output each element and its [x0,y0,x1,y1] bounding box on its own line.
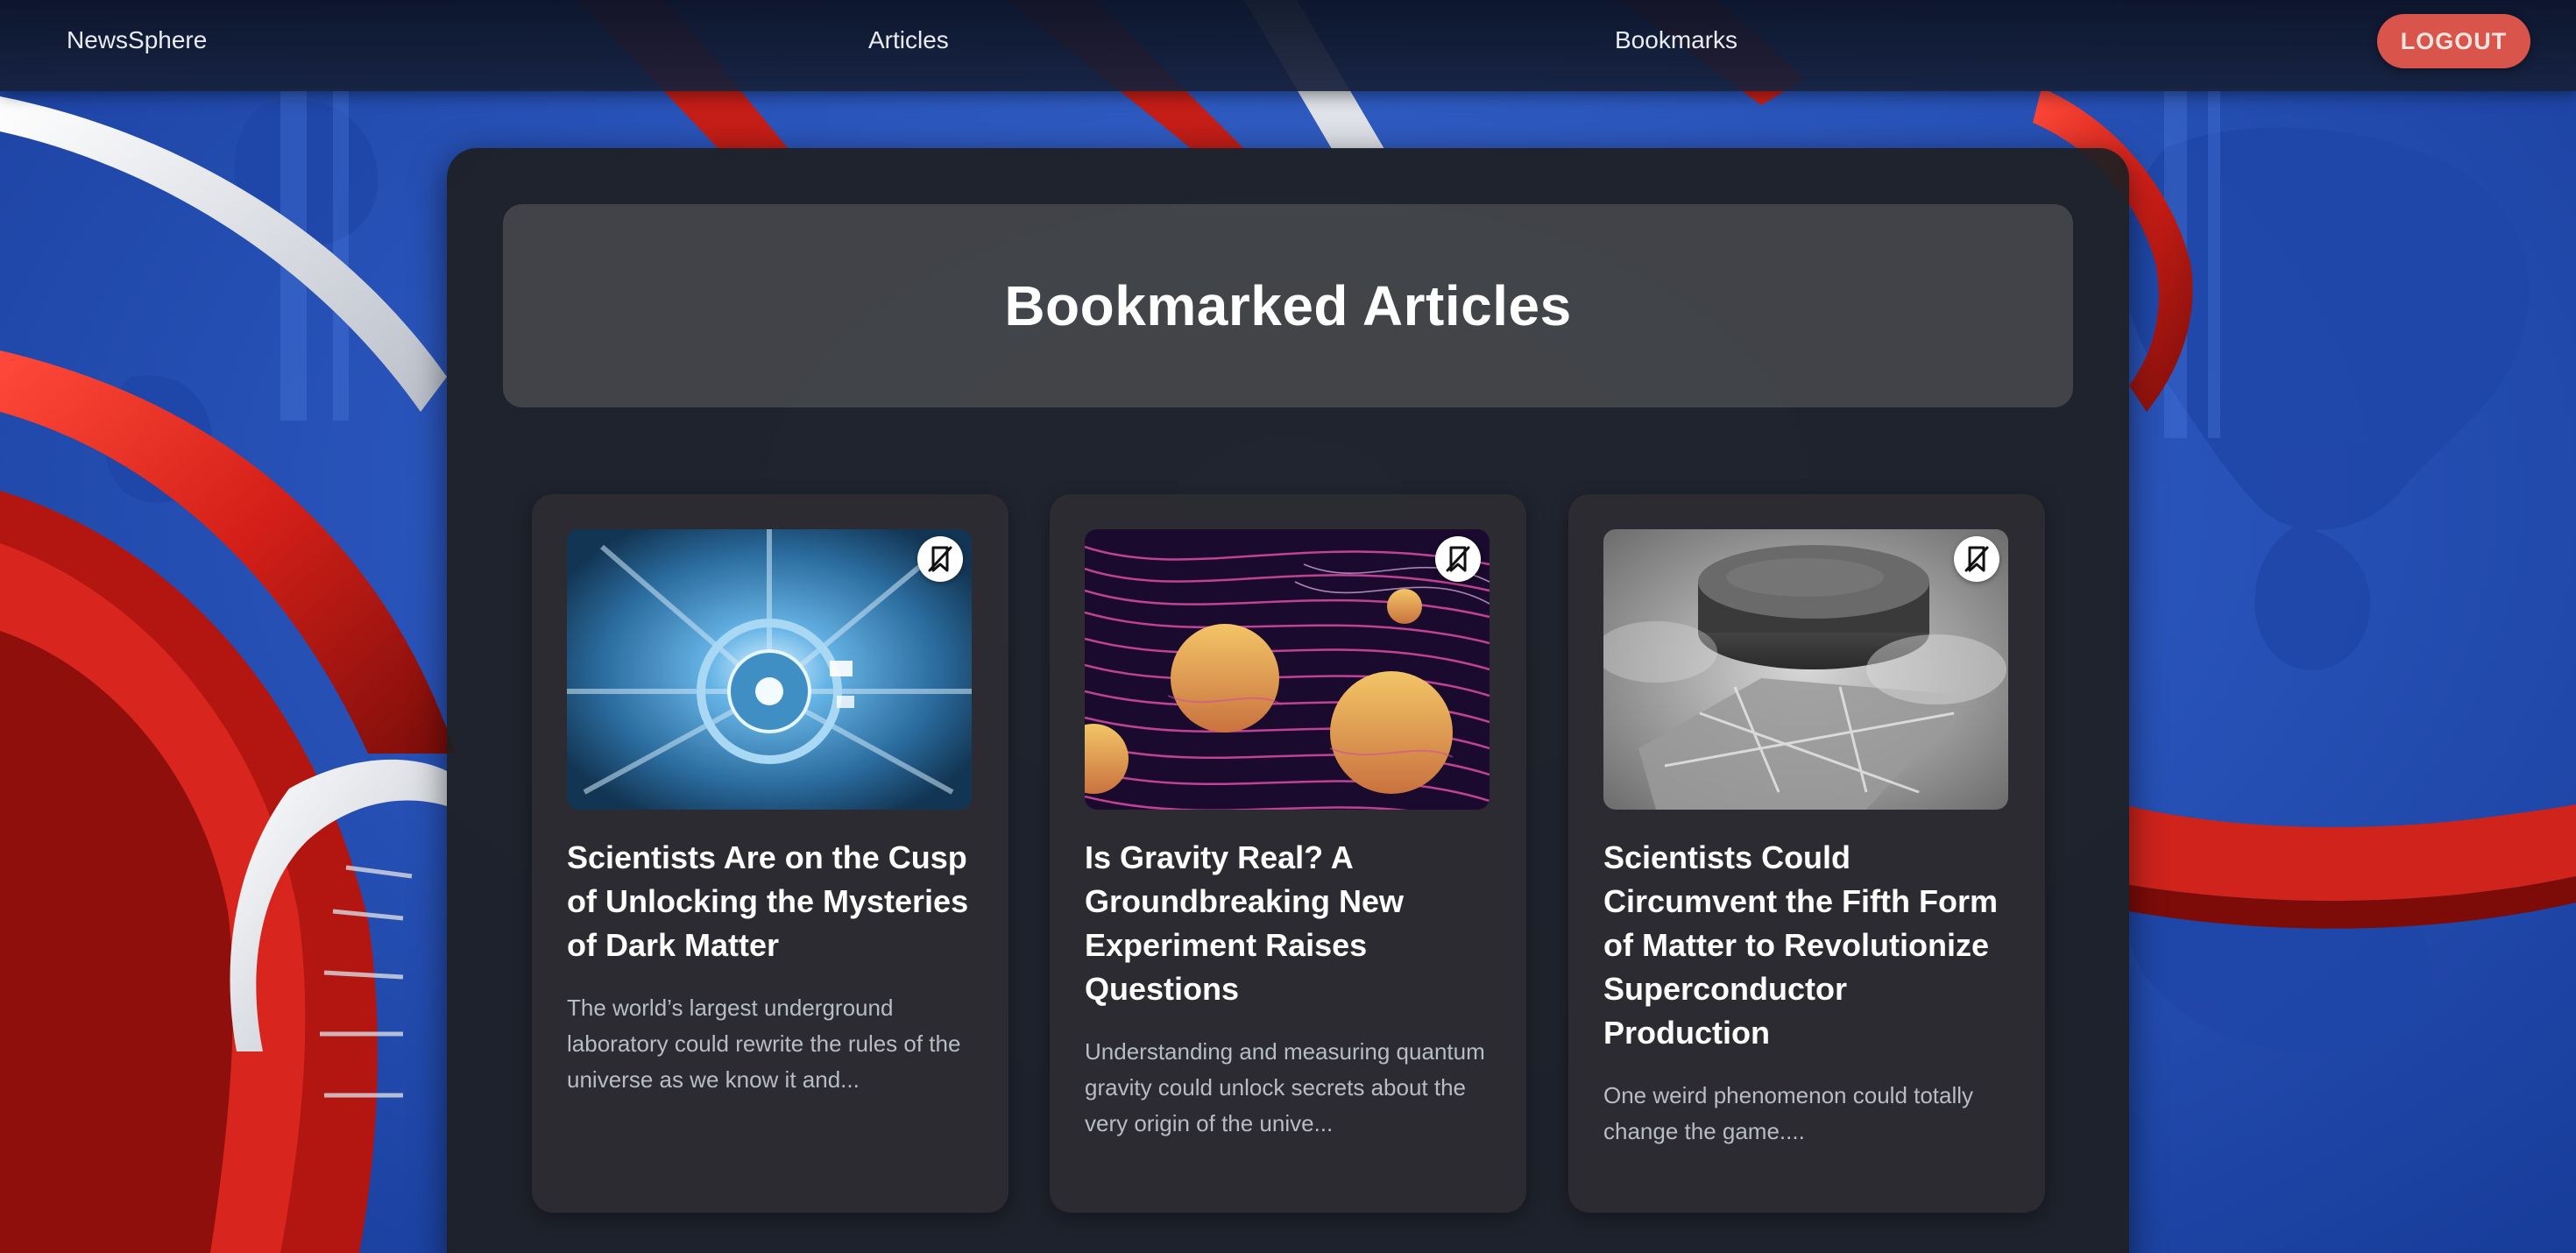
page-title: Bookmarked Articles [1004,274,1572,337]
page-header: Bookmarked Articles [503,204,2073,407]
superconductor-disc-image[interactable] [1603,529,2008,810]
article-excerpt: The world’s largest underground laborato… [567,995,961,1093]
remove-bookmark-button[interactable] [917,536,963,582]
top-navigation-bar: NewsSphere Articles Bookmarks LOGOUT [0,0,2576,91]
logout-button[interactable]: LOGOUT [2377,14,2530,68]
particle-detector-image[interactable] [567,529,972,810]
article-card[interactable]: Scientists Could Circumvent the Fifth Fo… [1568,494,2045,1213]
nav-link-articles[interactable]: Articles [868,26,949,54]
article-card[interactable]: Is Gravity Real? A Groundbreaking New Ex… [1050,494,1526,1213]
gravity-waves-planets-image[interactable] [1085,529,1490,810]
brand-logo-text[interactable]: NewsSphere [67,26,207,54]
nav-link-bookmarks[interactable]: Bookmarks [1615,26,1737,54]
bookmark-remove-icon [1964,546,1989,572]
bookmark-remove-icon [1446,546,1470,572]
bookmarks-panel: Bookmarked Articles Scientists Are on th… [447,148,2129,1253]
article-title[interactable]: Is Gravity Real? A Groundbreaking New Ex… [1085,810,1497,1142]
article-title[interactable]: Scientists Are on the Cusp of Unlocking … [567,810,979,1098]
remove-bookmark-button[interactable] [1954,536,1999,582]
article-title[interactable]: Scientists Could Circumvent the Fifth Fo… [1603,810,2015,1150]
article-excerpt: Understanding and measuring quantum grav… [1085,1038,1485,1136]
remove-bookmark-button[interactable] [1435,536,1481,582]
article-card[interactable]: Scientists Are on the Cusp of Unlocking … [532,494,1008,1213]
bookmark-remove-icon [928,546,952,572]
article-excerpt: One weird phenomenon could totally chang… [1603,1082,1974,1144]
